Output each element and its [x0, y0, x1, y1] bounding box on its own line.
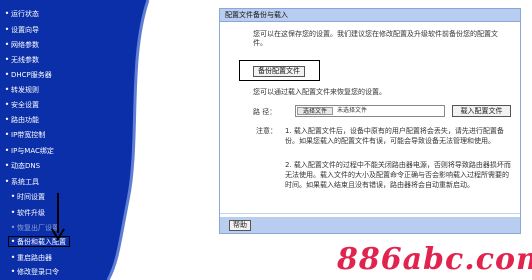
bullet-icon: • — [10, 267, 16, 276]
bullet-icon: • — [4, 25, 10, 34]
path-label: 路 径： — [253, 108, 277, 116]
sidebar-item[interactable]: • 系统工具 — [3, 176, 39, 187]
sidebar-item-label: 路由功能 — [11, 116, 39, 124]
sidebar-item-label: 重启路由器 — [17, 254, 52, 262]
sidebar-item-label: 系统工具 — [11, 178, 39, 186]
help-button[interactable]: 帮助 — [229, 220, 251, 231]
bullet-icon: • — [4, 115, 10, 124]
sidebar-item[interactable]: • 转发规则 — [3, 84, 39, 95]
sidebar-item-label: 修改登录口令 — [17, 268, 59, 276]
note-item-2: 2. 载入配置文件的过程中不能关闭路由器电源，否则将导致路由器损坏而无法使用。载… — [285, 161, 511, 189]
sidebar-item[interactable]: • 重启路由器 — [9, 252, 52, 263]
bullet-icon: • — [4, 146, 10, 155]
sidebar-item-label: 软件升级 — [17, 209, 45, 217]
load-config-button[interactable]: 载入配置文件 — [452, 105, 511, 117]
backup-intro-text: 您可以在这保存您的设置。我们建议您在修改配置及升级软件前备份您的配置文件。 — [253, 30, 498, 47]
bullet-icon: • — [10, 253, 16, 262]
note-item-1: 1. 载入配置文件后，设备中原有的用户配置将会丢失，请先进行配置备份。如果您载入… — [285, 127, 504, 145]
site-watermark: 886abc.com — [337, 242, 532, 277]
load-intro-text: 您可以通过载入配置文件来恢复您的设置。 — [253, 88, 386, 96]
sidebar-item[interactable]: • 路由功能 — [3, 114, 39, 125]
sidebar-item-label: 安全设置 — [11, 101, 39, 109]
sidebar-item[interactable]: • 无线参数 — [3, 54, 39, 65]
sidebar-item[interactable]: • IP与MAC绑定 — [3, 145, 54, 156]
bullet-icon: • — [10, 237, 16, 246]
sidebar-nav: • 运行状态 • 设置向导 • 网络参数 • 无线参数 • DHCP服务器 • 转发规则 • 安全设置 • 路… — [0, 0, 88, 280]
panel-title: 配置文件备份与载入 — [220, 9, 520, 22]
bullet-icon: • — [4, 177, 10, 186]
bullet-icon: • — [4, 55, 10, 64]
sidebar-item-label: 无线参数 — [11, 56, 39, 64]
sidebar-item-label: IP带宽控制 — [11, 131, 46, 139]
sidebar-item[interactable]: • 网络参数 — [3, 39, 39, 50]
sidebar-item[interactable]: • 设置向导 — [3, 24, 39, 35]
sidebar-item-label: IP与MAC绑定 — [11, 147, 54, 155]
note-label: 注意： — [256, 127, 277, 135]
sidebar-item-label: 运行状态 — [11, 10, 39, 18]
sidebar-item-label: 网络参数 — [11, 41, 39, 49]
file-path-field[interactable]: 选择文件 未选择文件 — [295, 105, 445, 117]
sidebar-item-label: DHCP服务器 — [11, 71, 52, 79]
sidebar-item[interactable]: • 修改登录口令 — [9, 266, 59, 277]
bullet-icon: • — [10, 192, 16, 201]
sidebar-item[interactable]: • 安全设置 — [3, 99, 39, 110]
sidebar-item-label: 动态DNS — [11, 162, 41, 170]
sidebar-item[interactable]: • 时间设置 — [9, 191, 45, 202]
sidebar-item[interactable]: • 运行状态 — [3, 8, 39, 19]
bullet-icon: • — [4, 100, 10, 109]
sidebar-item[interactable]: • DHCP服务器 — [3, 69, 52, 80]
sidebar-item-label: 转发规则 — [11, 86, 39, 94]
bullet-icon: • — [4, 130, 10, 139]
bullet-icon: • — [10, 208, 16, 217]
bullet-icon: • — [4, 9, 10, 18]
annotation-arrow-icon — [51, 193, 65, 241]
decorative-wave-separator — [88, 0, 150, 280]
bullet-icon: • — [4, 161, 10, 170]
panel-divider — [220, 213, 520, 214]
no-file-text: 未选择文件 — [337, 107, 368, 114]
choose-file-button[interactable]: 选择文件 — [297, 107, 333, 115]
bullet-icon: • — [4, 70, 10, 79]
sidebar-item[interactable]: • 软件升级 — [9, 207, 45, 218]
backup-config-button[interactable]: 备份配置文件 — [253, 66, 305, 77]
sidebar-item[interactable]: • IP带宽控制 — [3, 129, 46, 140]
bullet-icon: • — [4, 40, 10, 49]
bullet-icon: • — [10, 223, 16, 232]
bullet-icon: • — [4, 85, 10, 94]
sidebar-item-label: 时间设置 — [17, 193, 45, 201]
sidebar-item-label: 设置向导 — [11, 26, 39, 34]
panel-footer: 帮助 — [220, 217, 520, 233]
sidebar-item[interactable]: • 动态DNS — [3, 160, 40, 171]
